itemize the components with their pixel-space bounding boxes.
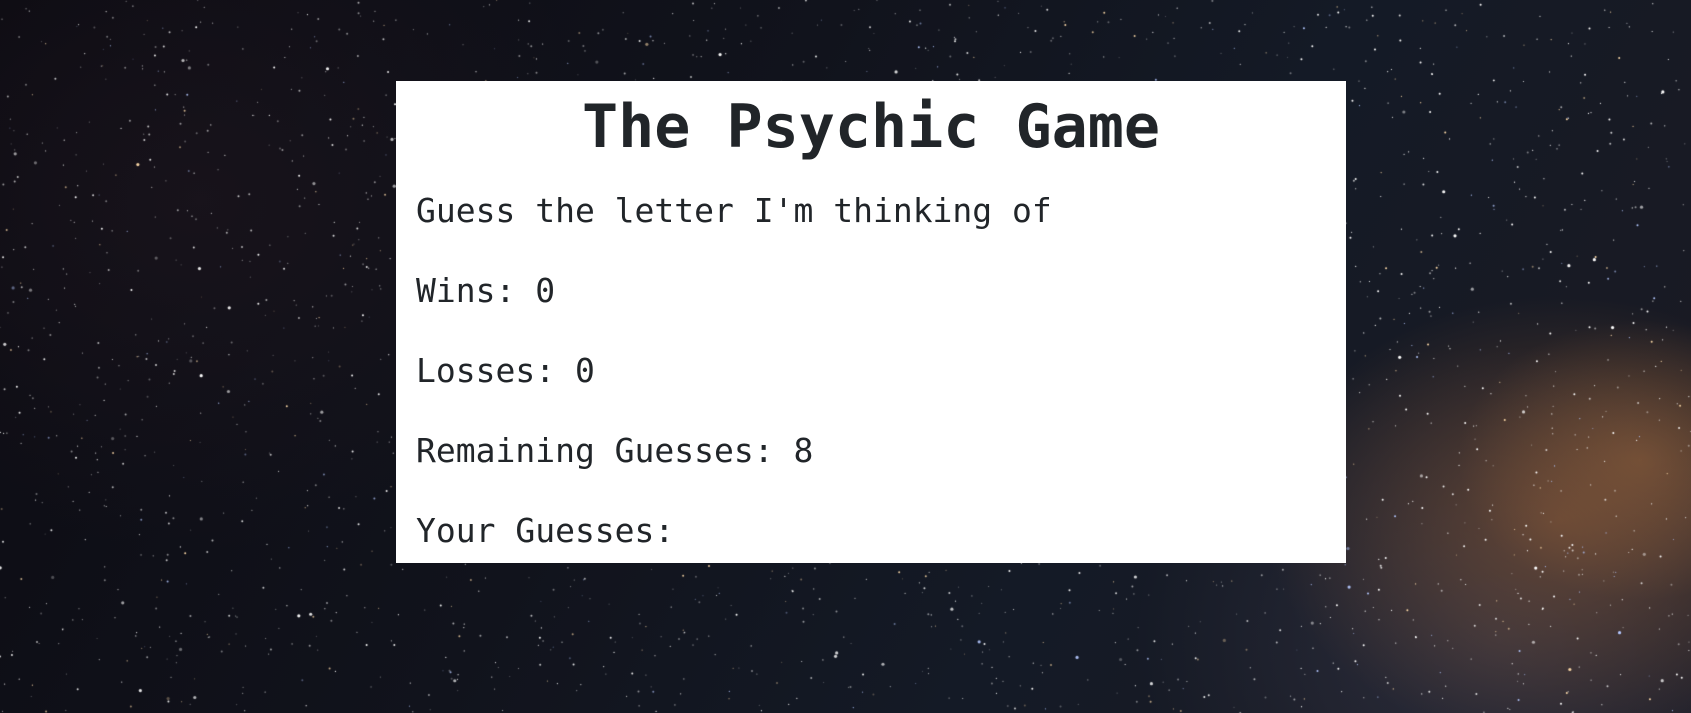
wins-label: Wins: <box>416 271 536 310</box>
instruction-text: Guess the letter I'm thinking of <box>416 191 1052 230</box>
your-guesses-row: Your Guesses: <box>416 511 1326 551</box>
losses-count: 0 <box>574 351 595 390</box>
game-title: The Psychic Game <box>582 92 1160 162</box>
losses-row: Losses: 0 <box>416 351 1326 391</box>
remaining-guesses-label: Remaining Guesses: <box>416 431 794 470</box>
your-guesses-label: Your Guesses: <box>416 511 675 550</box>
wins-row: Wins: 0 <box>416 271 1326 311</box>
remaining-guesses-count: 8 <box>793 431 814 470</box>
remaining-guesses-row: Remaining Guesses: 8 <box>416 431 1326 471</box>
losses-label: Losses: <box>416 351 575 390</box>
wins-count: 0 <box>535 271 556 310</box>
game-card: The Psychic Game Guess the letter I'm th… <box>396 81 1346 563</box>
